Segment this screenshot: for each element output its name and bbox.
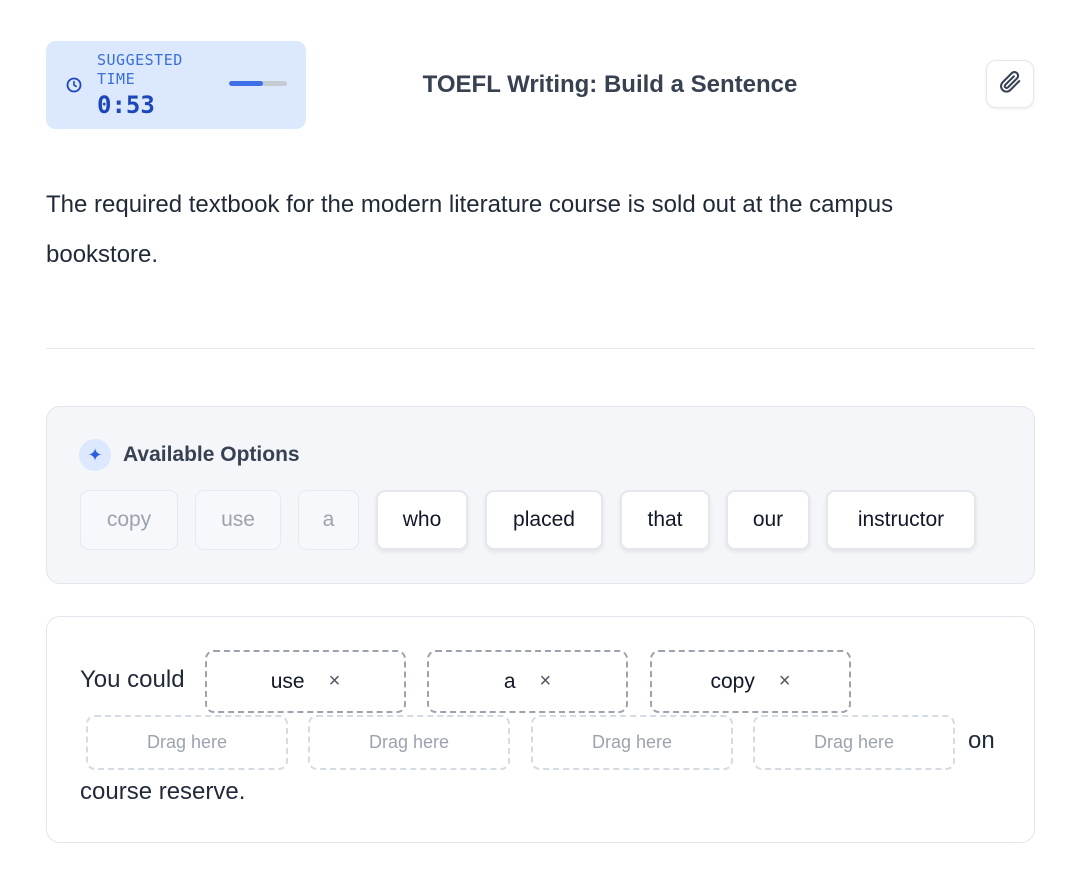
option-chip-instructor[interactable]: instructor (826, 490, 976, 550)
option-chip-our[interactable]: our (726, 490, 810, 550)
remove-icon[interactable]: × (779, 670, 791, 693)
slot-word: copy (710, 669, 755, 693)
answer-slot-2[interactable]: a × (427, 650, 628, 713)
option-chip-who[interactable]: who (376, 490, 468, 550)
slot-word: use (270, 669, 305, 693)
options-title: Available Options (123, 443, 300, 466)
options-header: ✦ Available Options (79, 439, 300, 471)
drop-slot-4[interactable]: Drag here (86, 715, 288, 770)
prompt-text: The required textbook for the modern lit… (46, 191, 894, 268)
paperclip-icon (997, 69, 1023, 100)
drop-slot-6[interactable]: Drag here (531, 715, 733, 770)
remove-icon[interactable]: × (329, 670, 341, 693)
attach-button[interactable] (986, 60, 1034, 108)
remove-icon[interactable]: × (540, 670, 552, 693)
answer-slot-1[interactable]: use × (205, 650, 406, 713)
sentence-suffix: course reserve. (80, 778, 246, 805)
sparkle-icon: ✦ (79, 439, 111, 471)
available-options-panel: ✦ Available Options copy use a who place… (46, 406, 1035, 584)
option-chip-a: a (298, 490, 359, 550)
drop-slot-5[interactable]: Drag here (308, 715, 510, 770)
option-chip-copy: copy (80, 490, 178, 550)
drop-slot-7[interactable]: Drag here (753, 715, 955, 770)
option-chip-use: use (195, 490, 281, 550)
option-chip-placed[interactable]: placed (485, 490, 603, 550)
sentence-prefix: You could (80, 666, 185, 693)
answer-panel: You could use × a × copy × Drag here Dra… (46, 616, 1035, 843)
sentence-middle: on (968, 727, 995, 754)
page-title: TOEFL Writing: Build a Sentence (422, 71, 798, 98)
option-chip-that[interactable]: that (620, 490, 710, 550)
slot-word: a (503, 669, 516, 693)
divider (46, 348, 1035, 349)
answer-slot-3[interactable]: copy × (650, 650, 851, 713)
